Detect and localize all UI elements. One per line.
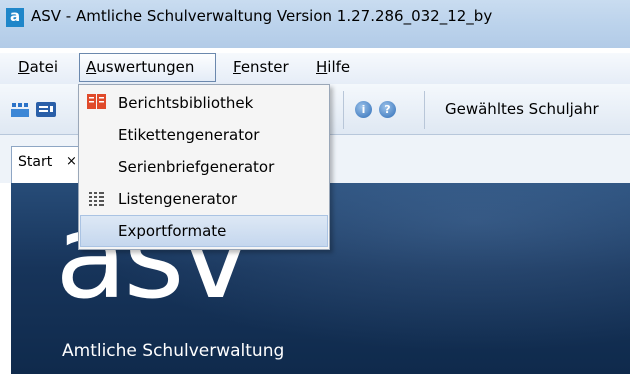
menu-datei-rest: atei	[29, 58, 59, 76]
info-icon[interactable]: i	[355, 101, 372, 118]
menu-item-label: Berichtsbibliothek	[118, 94, 254, 112]
menu-fenster-mnemonic: F	[233, 58, 241, 76]
menu-hilfe-rest: ilfe	[327, 58, 351, 76]
menu-item-label: Serienbriefgenerator	[118, 158, 275, 176]
menu-datei[interactable]: Datei	[12, 53, 64, 82]
people-icon[interactable]	[11, 101, 31, 119]
window-title: ASV - Amtliche Schulverwaltung Version 1…	[31, 7, 493, 25]
menu-item-label: Listengenerator	[118, 190, 238, 208]
menu-item-label: Exportformate	[118, 222, 227, 240]
menu-item-exportformate[interactable]: Exportformate	[80, 215, 328, 247]
menu-auswertungen-rest: uswertungen	[96, 58, 195, 76]
tab-start-label: Start	[18, 154, 53, 170]
menu-item-label: Etikettengenerator	[118, 126, 260, 144]
tab-start[interactable]: Start ×	[11, 146, 83, 183]
card-icon[interactable]	[36, 102, 56, 117]
auswertungen-dropdown: Berichtsbibliothek Etikettengenerator Se…	[78, 84, 330, 250]
menu-datei-mnemonic: D	[18, 58, 30, 76]
list-icon	[89, 192, 104, 206]
toolbar-separator	[343, 91, 344, 129]
help-icon[interactable]: ?	[379, 101, 396, 118]
menu-auswertungen-mnemonic: A	[86, 58, 97, 76]
menu-item-berichtsbibliothek[interactable]: Berichtsbibliothek	[80, 87, 328, 119]
start-page-subtitle: Amtliche Schulverwaltung	[62, 341, 285, 361]
menu-fenster-rest: enster	[240, 58, 289, 76]
book-icon	[87, 94, 106, 109]
menu-hilfe-mnemonic: H	[316, 58, 328, 76]
menu-item-etikettengenerator[interactable]: Etikettengenerator	[80, 119, 328, 151]
menu-item-serienbriefgenerator[interactable]: Serienbriefgenerator	[80, 151, 328, 183]
selected-school-year-label[interactable]: Gewähltes Schuljahr	[445, 100, 599, 118]
menu-fenster[interactable]: Fenster	[227, 53, 295, 82]
title-bar: a ASV - Amtliche Schulverwaltung Version…	[0, 0, 630, 48]
menu-bar: Datei Auswertungen Fenster Hilfe	[0, 53, 630, 84]
menu-item-listengenerator[interactable]: Listengenerator	[80, 183, 328, 215]
close-icon[interactable]: ×	[66, 154, 77, 169]
menu-hilfe[interactable]: Hilfe	[310, 53, 356, 82]
menu-auswertungen[interactable]: Auswertungen	[79, 53, 216, 82]
toolbar-separator	[424, 91, 425, 129]
app-logo-icon: a	[6, 8, 24, 27]
